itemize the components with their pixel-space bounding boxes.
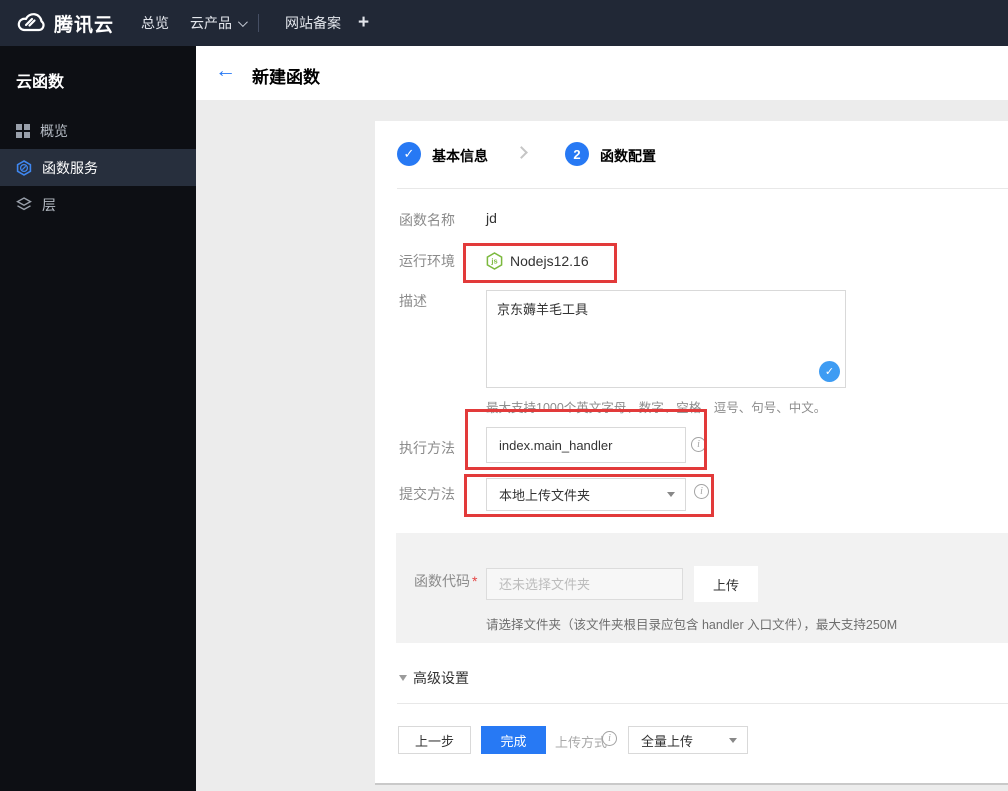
nav-item-website-icp[interactable]: 网站备案: [285, 0, 341, 46]
nav-divider: [258, 14, 259, 32]
sidebar: 云函数 概览 函数服务 层: [0, 46, 196, 791]
folder-path-input[interactable]: [486, 568, 683, 600]
nav-add-button[interactable]: +: [358, 0, 369, 46]
submit-method-label: 提交方法: [399, 486, 455, 502]
function-name-value: jd: [486, 210, 497, 226]
valid-check-badge-icon: ✓: [819, 361, 840, 382]
description-textarea[interactable]: 京东薅羊毛工具: [486, 290, 846, 388]
page-title: 新建函数: [252, 68, 320, 87]
triangle-down-icon: [399, 675, 407, 681]
submit-method-info-icon[interactable]: i: [694, 484, 709, 499]
description-hint: 最大支持1000个英文字母、数字、空格、逗号、句号、中文。: [486, 401, 827, 415]
function-name-label: 函数名称: [399, 212, 455, 228]
sidebar-item-function-service[interactable]: 函数服务: [0, 149, 196, 186]
create-function-panel: ✓ 基本信息 2 函数配置 函数名称 jd 运行环境 js Nodejs12.1…: [375, 121, 1008, 785]
handler-label: 执行方法: [399, 440, 455, 456]
function-code-section: 函数代码* 上传 请选择文件夹（该文件夹根目录应包含 handler 入口文件）…: [396, 533, 1008, 643]
finish-button[interactable]: 完成: [481, 726, 546, 754]
dropdown-caret-icon: [667, 492, 675, 497]
function-code-label: 函数代码 *: [414, 573, 478, 589]
footer-divider: [397, 703, 1008, 704]
steps-divider: [397, 188, 1008, 189]
step2-label: 函数配置: [600, 148, 656, 164]
brand-name: 腾讯云: [54, 14, 115, 36]
upload-mode-value: 全量上传: [641, 733, 694, 749]
required-asterisk: *: [472, 573, 478, 589]
submit-method-select[interactable]: 本地上传文件夹: [486, 478, 686, 511]
upload-mode-info-icon[interactable]: i: [602, 731, 617, 746]
dropdown-caret-icon: [729, 737, 737, 743]
cloud-icon: [17, 13, 45, 32]
chevron-right-icon: [515, 146, 528, 159]
sidebar-item-layers[interactable]: 层: [0, 186, 196, 223]
svg-text:js: js: [490, 257, 497, 266]
tencent-cloud-logo[interactable]: 腾讯云: [16, 0, 114, 46]
runtime-label: 运行环境: [399, 253, 455, 269]
nav-item-overview[interactable]: 总览: [141, 0, 169, 46]
nav-item-cloud-products[interactable]: 云产品: [190, 0, 248, 46]
chevron-down-icon: [237, 16, 248, 27]
step1-done-check-icon: ✓: [397, 142, 421, 166]
upload-mode-select[interactable]: 全量上传: [628, 726, 748, 754]
previous-step-button[interactable]: 上一步: [398, 726, 471, 754]
submit-method-value: 本地上传文件夹: [499, 488, 591, 503]
sidebar-title: 云函数: [16, 74, 65, 91]
back-arrow-button[interactable]: ←: [215, 59, 236, 83]
handler-input[interactable]: [486, 427, 686, 463]
step2-number-badge: 2: [565, 142, 589, 166]
app-root: 腾讯云 总览 云产品 网站备案 + 云函数 概览 函数服务 层 ← 新建函数 ✓…: [0, 0, 1008, 791]
advanced-settings-toggle[interactable]: 高级设置: [399, 668, 469, 688]
layers-icon: [16, 197, 32, 211]
sidebar-item-overview[interactable]: 概览: [0, 112, 196, 149]
top-navbar: 腾讯云 总览 云产品 网站备案 +: [0, 0, 1008, 46]
upload-mode-label: 上传方式: [555, 735, 608, 750]
description-label: 描述: [399, 293, 427, 309]
upload-button[interactable]: 上传: [694, 566, 758, 602]
advanced-settings-label: 高级设置: [413, 670, 469, 686]
step1-label[interactable]: 基本信息: [432, 146, 488, 166]
runtime-value: Nodejs12.16: [510, 253, 589, 269]
grid-icon: [16, 123, 30, 138]
handler-info-icon[interactable]: i: [691, 437, 706, 452]
runtime-value-row: js Nodejs12.16: [486, 252, 589, 270]
function-code-hint: 请选择文件夹（该文件夹根目录应包含 handler 入口文件），最大支持250M: [486, 618, 898, 632]
function-icon: [16, 159, 32, 176]
nodejs-icon: js: [486, 252, 503, 270]
page-header: ← 新建函数: [196, 46, 1008, 100]
